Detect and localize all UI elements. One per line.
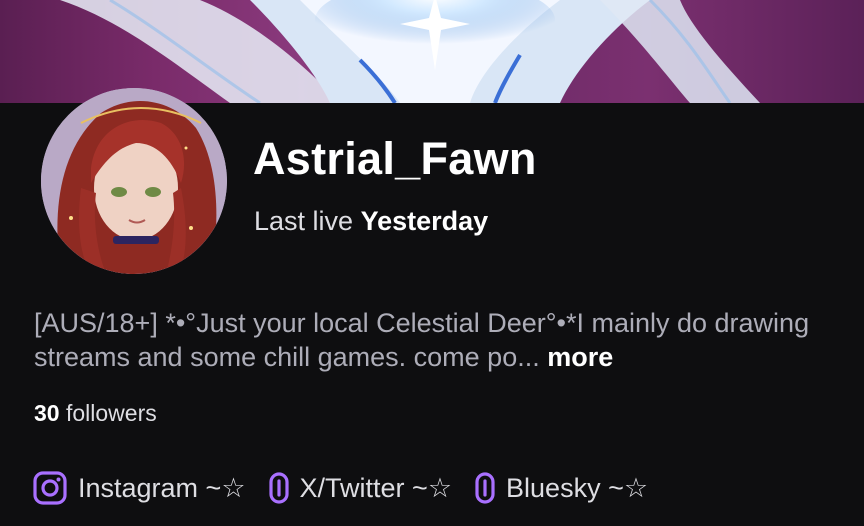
bio-more-link[interactable]: more	[547, 342, 613, 372]
bio-text: [AUS/18+] *•°Just your local Celestial D…	[34, 308, 810, 372]
followers-label: followers	[65, 400, 157, 426]
social-link-label: Bluesky ~☆	[506, 472, 649, 503]
avatar[interactable]	[41, 88, 227, 274]
followers-number: 30	[34, 400, 60, 426]
link-icon	[474, 470, 496, 506]
instagram-icon	[32, 470, 68, 506]
social-link-instagram[interactable]: Instagram ~☆	[32, 470, 246, 506]
last-live-label: Last live	[254, 206, 354, 236]
channel-bio: [AUS/18+] *•°Just your local Celestial D…	[34, 306, 834, 374]
social-link-label: X/Twitter ~☆	[299, 472, 453, 503]
last-live-value: Yesterday	[360, 206, 489, 236]
last-live-status: Last live Yesterday	[254, 206, 488, 237]
avatar-illustration	[41, 88, 227, 274]
social-links: Instagram ~☆ X/Twitter ~☆ Bluesky ~☆	[32, 468, 648, 508]
social-link-twitter[interactable]: X/Twitter ~☆	[268, 470, 453, 506]
channel-name: Astrial_Fawn	[253, 133, 537, 184]
link-icon	[268, 470, 290, 506]
social-link-label: Instagram ~☆	[78, 472, 246, 503]
followers-count: 30 followers	[34, 400, 157, 427]
social-link-bluesky[interactable]: Bluesky ~☆	[474, 470, 648, 506]
